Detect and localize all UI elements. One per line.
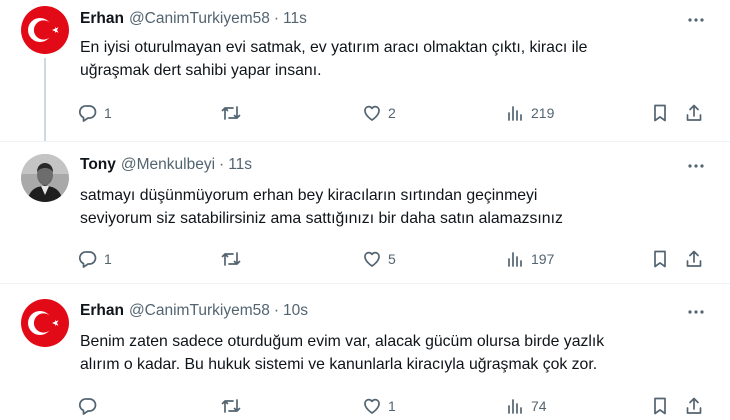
retweet-button[interactable] <box>220 100 248 126</box>
avatar[interactable] <box>21 299 69 347</box>
tweet-text: En iyisi oturulmayan evi satmak, ev yatı… <box>80 36 710 82</box>
like-count: 1 <box>388 398 396 414</box>
tweet-text-line: satmayı düşünmüyorum erhan bey kiracılar… <box>80 187 538 204</box>
tweet-text-line: uğraşmak dert sahibi yapar insanı. <box>80 62 322 79</box>
views-chart-icon <box>508 106 522 121</box>
reply-button[interactable] <box>78 393 104 419</box>
views-button[interactable]: 197 <box>505 246 554 272</box>
display-name[interactable]: Erhan <box>80 302 124 320</box>
like-count: 5 <box>388 251 396 267</box>
separator-dot: · <box>219 156 225 173</box>
reply-icon <box>78 398 97 415</box>
retweet-button[interactable] <box>220 246 248 272</box>
reply-icon <box>78 251 97 268</box>
tweet-header: Erhan @CanimTurkiyem58 · 11s <box>80 10 307 28</box>
tweet-text-line: En iyisi oturulmayan evi satmak, ev yatı… <box>80 39 588 56</box>
display-name[interactable]: Erhan <box>80 10 124 28</box>
bookmark-icon <box>654 250 666 268</box>
like-button[interactable]: 5 <box>362 246 396 272</box>
views-button[interactable]: 219 <box>505 100 554 126</box>
share-button[interactable] <box>684 393 704 419</box>
like-button[interactable]: 2 <box>362 100 396 126</box>
timestamp[interactable]: 11s <box>228 156 252 174</box>
retweet-button[interactable] <box>220 393 248 419</box>
bookmark-button[interactable] <box>650 393 670 419</box>
turkish-flag-avatar-icon <box>21 299 69 347</box>
bookmark-button[interactable] <box>650 246 670 272</box>
more-options-button[interactable] <box>686 10 706 30</box>
man-in-suit-photo-avatar-icon <box>21 154 69 202</box>
tweet-header: Tony @Menkulbeyi · 11s <box>80 156 252 174</box>
avatar[interactable] <box>21 154 69 202</box>
tweet-text-line: seviyorum siz satabilirsiniz ama sattığı… <box>80 210 563 227</box>
view-count: 74 <box>531 398 547 414</box>
retweet-icon <box>221 399 241 413</box>
like-count: 2 <box>388 105 396 121</box>
share-button[interactable] <box>684 246 704 272</box>
tweet[interactable]: Erhan @CanimTurkiyem58 · 11s En iyisi ot… <box>0 0 730 142</box>
timestamp[interactable]: 10s <box>283 302 308 320</box>
bookmark-icon <box>654 104 666 122</box>
avatar[interactable] <box>21 6 69 54</box>
tweet[interactable]: Erhan @CanimTurkiyem58 · 10s Benim zaten… <box>0 283 730 420</box>
more-dots-icon <box>688 164 704 168</box>
reply-button[interactable]: 1 <box>78 100 112 126</box>
tweet-actions: 1 2 219 <box>0 100 730 126</box>
more-dots-icon <box>688 310 704 314</box>
display-name[interactable]: Tony <box>80 156 116 174</box>
like-button[interactable]: 1 <box>362 393 396 419</box>
tweet-text-line: Benim zaten sadece oturduğum evim var, a… <box>80 333 605 350</box>
separator-dot: · <box>273 302 280 319</box>
timestamp[interactable]: 11s <box>283 10 307 28</box>
retweet-icon <box>221 106 241 120</box>
username[interactable]: @CanimTurkiyem58 <box>129 10 270 28</box>
view-count: 219 <box>531 105 555 121</box>
share-button[interactable] <box>684 100 704 126</box>
reply-icon <box>78 105 97 122</box>
tweet[interactable]: Tony @Menkulbeyi · 11s satmayı düşünmüyo… <box>0 141 730 283</box>
share-icon <box>686 104 702 121</box>
heart-icon <box>364 105 380 121</box>
reply-button[interactable]: 1 <box>78 246 112 272</box>
tweet-header: Erhan @CanimTurkiyem58 · 10s <box>80 302 308 320</box>
tweet-text-line: alırım o kadar. Bu hukuk sistemi ve kanu… <box>80 356 598 373</box>
turkish-flag-avatar-icon <box>21 6 69 54</box>
views-chart-icon <box>508 252 522 267</box>
bookmark-icon <box>654 397 666 415</box>
separator-dot: · <box>273 10 280 27</box>
views-button[interactable]: 74 <box>505 393 547 419</box>
tweet-text: satmayı düşünmüyorum erhan bey kiracılar… <box>80 184 710 230</box>
reply-count: 1 <box>104 105 112 121</box>
bookmark-button[interactable] <box>650 100 670 126</box>
share-icon <box>686 250 702 267</box>
share-icon <box>686 397 702 414</box>
retweet-icon <box>221 252 241 266</box>
tweet-actions: 1 5 197 <box>0 246 730 272</box>
more-options-button[interactable] <box>686 156 706 176</box>
username[interactable]: @CanimTurkiyem58 <box>129 302 270 320</box>
tweet-actions: 1 74 <box>0 393 730 419</box>
more-dots-icon <box>688 18 704 22</box>
tweet-text: Benim zaten sadece oturduğum evim var, a… <box>80 330 710 376</box>
heart-icon <box>364 251 380 267</box>
reply-count: 1 <box>104 251 112 267</box>
view-count: 197 <box>531 251 555 267</box>
heart-icon <box>364 398 380 414</box>
username[interactable]: @Menkulbeyi <box>121 156 215 174</box>
more-options-button[interactable] <box>686 302 706 322</box>
views-chart-icon <box>508 399 522 414</box>
